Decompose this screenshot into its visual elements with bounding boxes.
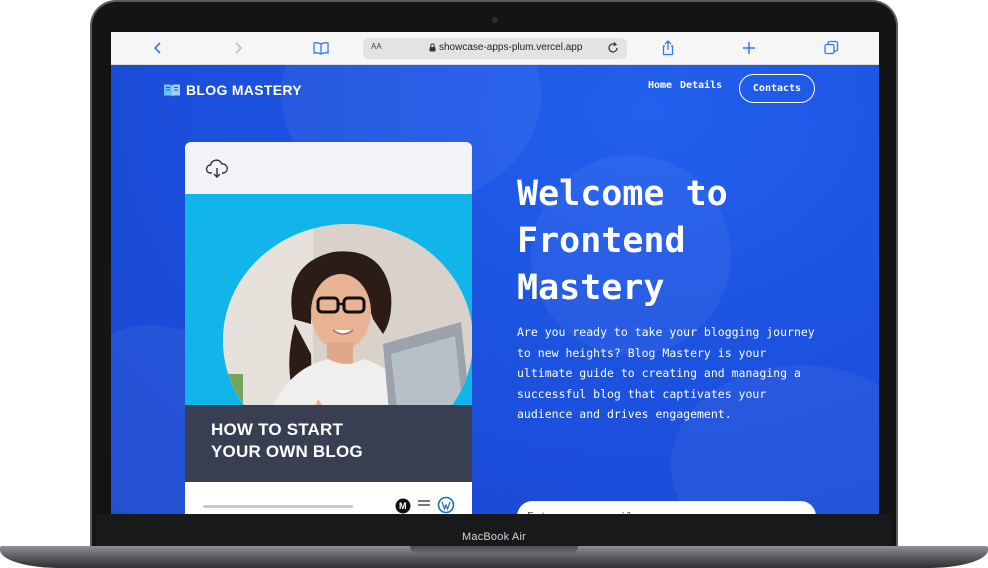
plus-icon[interactable] [740,39,758,57]
card-color-band [185,194,472,457]
card-header [185,142,472,194]
logo-text: BLOG MASTERY [186,82,302,98]
card-footer: M [185,482,472,514]
lock-icon [429,43,436,52]
card-title-band: HOW TO START YOUR OWN BLOG [185,405,472,482]
hero-description: Are you ready to take your blogging jour… [517,325,815,421]
publisher-text-mark [418,500,430,506]
tabs-icon[interactable] [822,39,840,57]
chevron-right-icon[interactable] [229,39,247,57]
site-logo[interactable]: BLOG MASTERY [163,82,302,98]
address-bar[interactable]: AA showcase-apps-plum.vercel.app [363,38,627,59]
screen: AA showcase-apps-plum.vercel.app BLOG MA… [111,32,879,514]
chevron-left-icon[interactable] [149,39,167,57]
open-book-icon [164,84,180,97]
nav-details-link[interactable]: Details [680,80,722,91]
text-size-button[interactable]: AA [371,42,382,51]
publisher-logo-letter: M [399,501,407,511]
book-icon[interactable] [312,39,330,57]
camera [492,17,498,23]
laptop-notch [410,546,578,554]
landing-page: BLOG MASTERY Home Details Contacts HOW T… [111,65,879,514]
device-label: MacBook Air [462,531,526,543]
email-input[interactable] [517,501,816,514]
nav-home-link[interactable]: Home [648,80,672,91]
share-icon[interactable] [659,39,677,57]
cloud-download-icon[interactable] [205,159,229,179]
book-title-line: HOW TO START [211,420,344,439]
browser-toolbar: AA showcase-apps-plum.vercel.app [111,32,879,65]
book-cover-card: HOW TO START YOUR OWN BLOG M [185,142,472,514]
hero-title: Welcome to Frontend Mastery [517,174,728,308]
url-text[interactable]: showcase-apps-plum.vercel.app [439,42,582,53]
wordpress-icon [437,496,455,514]
book-title-line: YOUR OWN BLOG [211,442,363,461]
reload-icon[interactable] [605,40,621,56]
book-title: HOW TO START YOUR OWN BLOG [211,419,451,463]
contacts-button[interactable]: Contacts [739,74,815,103]
publisher-line [203,505,353,508]
